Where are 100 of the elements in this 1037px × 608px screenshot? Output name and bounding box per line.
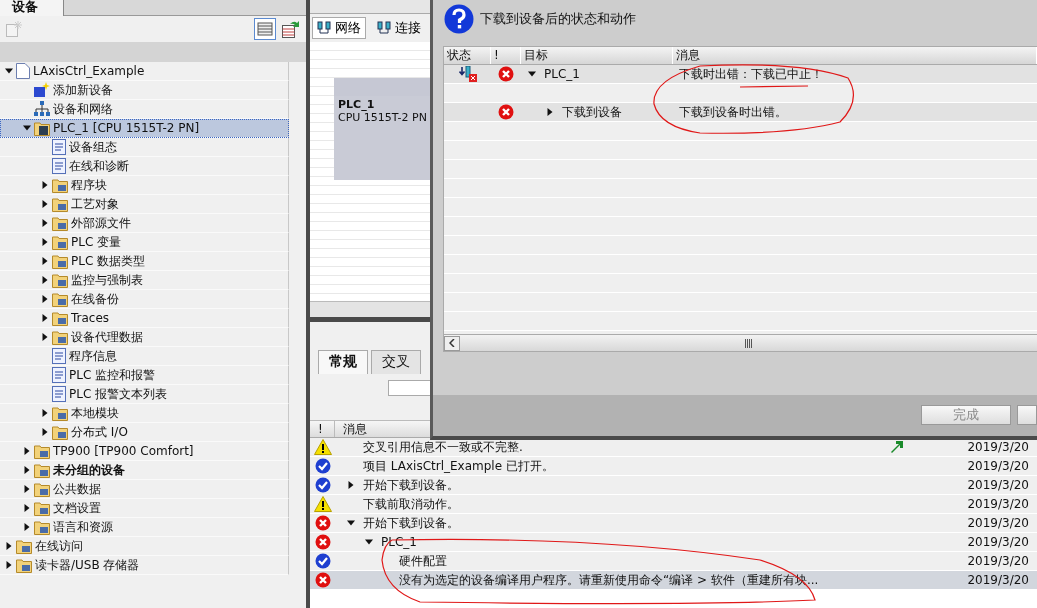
tree-item-label: 未分组的设备: [53, 461, 125, 479]
expand-arrow-icon[interactable]: [41, 428, 49, 436]
network-icon: [34, 101, 50, 117]
tree-item[interactable]: 公共数据: [0, 480, 289, 499]
expand-arrow-icon[interactable]: [41, 257, 49, 265]
expand-arrow-icon[interactable]: [546, 108, 554, 116]
item-icon: [52, 348, 66, 364]
tree-item-label: 在线和诊断: [69, 157, 129, 175]
folder-icon: [52, 424, 68, 440]
tree-item[interactable]: TP900 [TP900 Comfort]: [0, 442, 289, 461]
target-text: PLC_1: [544, 67, 580, 81]
tree-item[interactable]: 文档设置: [0, 499, 289, 518]
expand-arrow-icon[interactable]: [41, 314, 49, 322]
folder-icon: [34, 462, 50, 478]
message-row[interactable]: 下载前取消动作。 2019/3/20: [310, 495, 1037, 514]
expand-arrow-icon[interactable]: [41, 219, 49, 227]
tree-item[interactable]: LAxisCtrl_Example: [0, 62, 289, 81]
expand-arrow-icon[interactable]: [41, 200, 49, 208]
device-type: CPU 1515T-2 PN: [338, 111, 428, 124]
inspector-tab[interactable]: 常规: [318, 350, 368, 374]
tree-item[interactable]: 设备和网络: [0, 100, 289, 119]
collapse-arrow-icon[interactable]: [365, 538, 373, 546]
view-tab[interactable]: 网络: [312, 17, 366, 39]
tree-item[interactable]: 设备代理数据: [0, 328, 289, 347]
tree-item[interactable]: 语言和资源: [0, 518, 289, 537]
tree-item-label: 文档设置: [53, 499, 101, 517]
message-text: 开始下载到设备。: [363, 514, 459, 532]
tree-item-label: 程序块: [71, 176, 107, 194]
expand-arrow-icon[interactable]: [23, 485, 31, 493]
folder-icon: [52, 177, 68, 193]
tree-item[interactable]: 未分组的设备: [0, 461, 289, 480]
expand-arrow-icon[interactable]: [23, 466, 31, 474]
panel-tab[interactable]: 设备: [0, 0, 64, 16]
expand-arrow-icon[interactable]: [41, 238, 49, 246]
tree-item[interactable]: 读卡器/USB 存储器: [0, 556, 289, 575]
tree-item-label: 工艺对象: [71, 195, 119, 213]
message-row[interactable]: 开始下载到设备。 2019/3/20: [310, 476, 1037, 495]
collapse-arrow-icon[interactable]: [23, 124, 31, 132]
expand-arrow-icon[interactable]: [347, 481, 355, 489]
expand-arrow-icon[interactable]: [23, 523, 31, 531]
inspector-tab[interactable]: 交叉: [371, 350, 421, 374]
message-text: 开始下载到设备。: [363, 476, 459, 494]
message-row[interactable]: 硬件配置 2019/3/20: [310, 552, 1037, 571]
view-tab[interactable]: 连接: [372, 17, 426, 39]
tree-item[interactable]: PLC 监控和报警: [0, 366, 289, 385]
tree-item[interactable]: 设备组态: [0, 138, 289, 157]
expand-arrow-icon[interactable]: [5, 561, 13, 569]
expand-arrow-icon[interactable]: [41, 276, 49, 284]
tree-item-label: Traces: [71, 311, 110, 325]
list-view-icon[interactable]: [254, 18, 276, 40]
expand-arrow-icon[interactable]: [41, 333, 49, 341]
tree-item-label: PLC 监控和报警: [69, 366, 156, 384]
column-header[interactable]: !: [491, 47, 521, 64]
scrollbar[interactable]: [444, 334, 1037, 351]
expand-arrow-icon[interactable]: [23, 504, 31, 512]
tree-item-label: 读卡器/USB 存储器: [35, 556, 140, 574]
tree-item[interactable]: 在线访问: [0, 537, 289, 556]
device-folder-icon: [34, 120, 50, 136]
tree-item[interactable]: 外部源文件: [0, 214, 289, 233]
collapse-arrow-icon[interactable]: [347, 519, 355, 527]
message-date: 2019/3/20: [966, 535, 1030, 549]
tree-item[interactable]: PLC_1 [CPU 1515T-2 PN]: [0, 119, 289, 138]
message-text: 下载前取消动作。: [363, 495, 459, 513]
message-row[interactable]: 项目 LAxisCtrl_Example 已打开。 2019/3/20: [310, 457, 1037, 476]
tree-item[interactable]: 在线和诊断: [0, 157, 289, 176]
collapse-arrow-icon[interactable]: [528, 70, 536, 78]
tree-item[interactable]: 在线备份: [0, 290, 289, 309]
column-header[interactable]: 消息: [673, 47, 1037, 64]
tree-item[interactable]: PLC 变量: [0, 233, 289, 252]
tree-item[interactable]: 程序信息: [0, 347, 289, 366]
message-row[interactable]: 交叉引用信息不一致或不完整. 2019/3/20: [310, 438, 1037, 457]
goto-arrow-icon[interactable]: [890, 440, 904, 454]
column-header[interactable]: 目标: [521, 47, 673, 64]
tree-item[interactable]: 监控与强制表: [0, 271, 289, 290]
expand-arrow-icon[interactable]: [23, 447, 31, 455]
tree-item-label: 公共数据: [53, 480, 101, 498]
column-header[interactable]: !: [310, 421, 335, 437]
tree-item-label: PLC 报警文本列表: [69, 385, 168, 403]
message-row[interactable]: 开始下载到设备。 2019/3/20: [310, 514, 1037, 533]
expand-arrow-icon[interactable]: [41, 409, 49, 417]
dialog-button[interactable]: [1017, 405, 1037, 425]
tree-item[interactable]: 程序块: [0, 176, 289, 195]
tree-item[interactable]: PLC 报警文本列表: [0, 385, 289, 404]
tree-item[interactable]: Traces: [0, 309, 289, 328]
table-arrow-icon[interactable]: [282, 20, 300, 38]
message-text: 项目 LAxisCtrl_Example 已打开。: [363, 457, 554, 475]
expand-arrow-icon[interactable]: [41, 295, 49, 303]
tree-item[interactable]: 分布式 I/O: [0, 423, 289, 442]
folder-icon: [52, 234, 68, 250]
tree-item-label: 分布式 I/O: [71, 423, 128, 441]
tree-item[interactable]: 添加新设备: [0, 81, 289, 100]
tree-item[interactable]: 本地模块: [0, 404, 289, 423]
view-icon: [317, 21, 331, 35]
expand-arrow-icon[interactable]: [41, 181, 49, 189]
tree-item[interactable]: PLC 数据类型: [0, 252, 289, 271]
collapse-arrow-icon[interactable]: [5, 67, 13, 75]
expand-arrow-icon[interactable]: [5, 542, 13, 550]
column-header[interactable]: 状态: [444, 47, 491, 64]
scroll-left-button[interactable]: [444, 335, 460, 351]
tree-item[interactable]: 工艺对象: [0, 195, 289, 214]
